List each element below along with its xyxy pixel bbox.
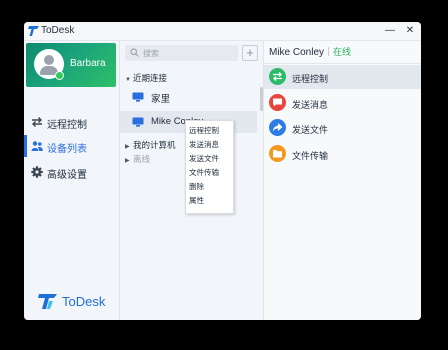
menu-item-remote-control[interactable]: 远程控制	[189, 125, 219, 136]
group-label: 我的计算机	[133, 140, 176, 150]
group-my-computers[interactable]: ▶ 我的计算机	[125, 139, 176, 151]
minimize-button[interactable]: —	[383, 24, 397, 38]
sidebar-item-remote-control[interactable]: 远程控制	[24, 111, 119, 133]
chevron-down-icon: ▼	[125, 77, 131, 83]
user-profile-card[interactable]: Barbara	[26, 43, 116, 87]
context-menu: 远程控制 发送消息 发送文件 文件传输 删除 属性	[185, 120, 234, 214]
sidebar: Barbara 远程控制 设备列表 高级设置 ToDesk	[24, 41, 120, 320]
status-badge: 在线	[333, 47, 352, 57]
action-label: 远程控制	[292, 74, 329, 84]
header-separator	[264, 63, 421, 64]
device-detail-panel: Mike Conley 在线 远程控制 发送消息 发送文件 文件传输	[264, 41, 421, 320]
todesk-logo-icon	[28, 26, 39, 36]
sidebar-item-advanced-settings[interactable]: 高级设置	[24, 161, 119, 183]
menu-item-send-message[interactable]: 发送消息	[189, 139, 219, 150]
sidebar-item-label: 远程控制	[47, 120, 87, 131]
avatar-head	[44, 55, 54, 65]
folder-icon	[269, 145, 286, 162]
menu-item-delete[interactable]: 删除	[189, 181, 204, 192]
action-label: 发送消息	[292, 100, 329, 110]
close-button[interactable]: ✕	[403, 24, 417, 38]
action-file-transfer[interactable]: 文件传输	[264, 142, 421, 166]
search-icon	[130, 48, 139, 57]
chevron-right-icon: ▶	[125, 144, 130, 150]
menu-item-send-file[interactable]: 发送文件	[189, 153, 219, 164]
group-label: 近期连接	[133, 73, 168, 83]
scrollbar[interactable]	[260, 87, 263, 111]
menu-item-file-transfer[interactable]: 文件传输	[189, 167, 219, 178]
app-title: ToDesk	[41, 25, 75, 36]
search-placeholder: 搜索	[143, 49, 159, 58]
detail-device-name: Mike Conley	[269, 47, 325, 58]
sidebar-item-label: 设备列表	[47, 144, 87, 155]
sidebar-item-label: 高级设置	[47, 170, 87, 181]
todesk-logo-icon	[38, 294, 57, 309]
brand-logo: ToDesk	[38, 291, 118, 311]
users-icon	[31, 141, 43, 151]
gear-icon	[31, 166, 43, 178]
message-icon	[269, 94, 286, 111]
brand-name: ToDesk	[62, 294, 106, 309]
detail-header: Mike Conley 在线	[269, 45, 351, 58]
action-send-message[interactable]: 发送消息	[264, 91, 421, 115]
group-label: 离线	[133, 154, 151, 164]
action-send-file[interactable]: 发送文件	[264, 116, 421, 140]
action-label: 文件传输	[292, 151, 329, 161]
header-divider	[328, 47, 330, 56]
sidebar-item-device-list[interactable]: 设备列表	[24, 135, 119, 157]
share-arrow-icon	[269, 119, 286, 136]
action-remote-control[interactable]: 远程控制	[264, 65, 421, 89]
avatar	[34, 49, 64, 80]
title-bar: ToDesk — ✕	[24, 22, 421, 41]
arrows-exchange-icon	[32, 117, 42, 127]
add-device-button[interactable]: +	[242, 45, 258, 61]
monitor-icon	[132, 92, 144, 102]
monitor-icon	[132, 117, 144, 127]
search-input[interactable]: 搜索	[125, 45, 238, 61]
device-name: 家里	[151, 94, 171, 105]
menu-item-properties[interactable]: 属性	[189, 195, 204, 206]
action-label: 发送文件	[292, 125, 329, 135]
active-indicator	[24, 135, 27, 157]
device-item-home[interactable]: 家里	[120, 86, 257, 108]
group-recent[interactable]: ▼ 近期连接	[125, 72, 167, 84]
group-offline[interactable]: ▶ 离线	[125, 153, 150, 165]
user-name: Barbara	[70, 58, 106, 69]
online-status-dot	[55, 71, 64, 80]
arrows-exchange-icon	[269, 68, 286, 85]
chevron-right-icon: ▶	[125, 158, 130, 164]
